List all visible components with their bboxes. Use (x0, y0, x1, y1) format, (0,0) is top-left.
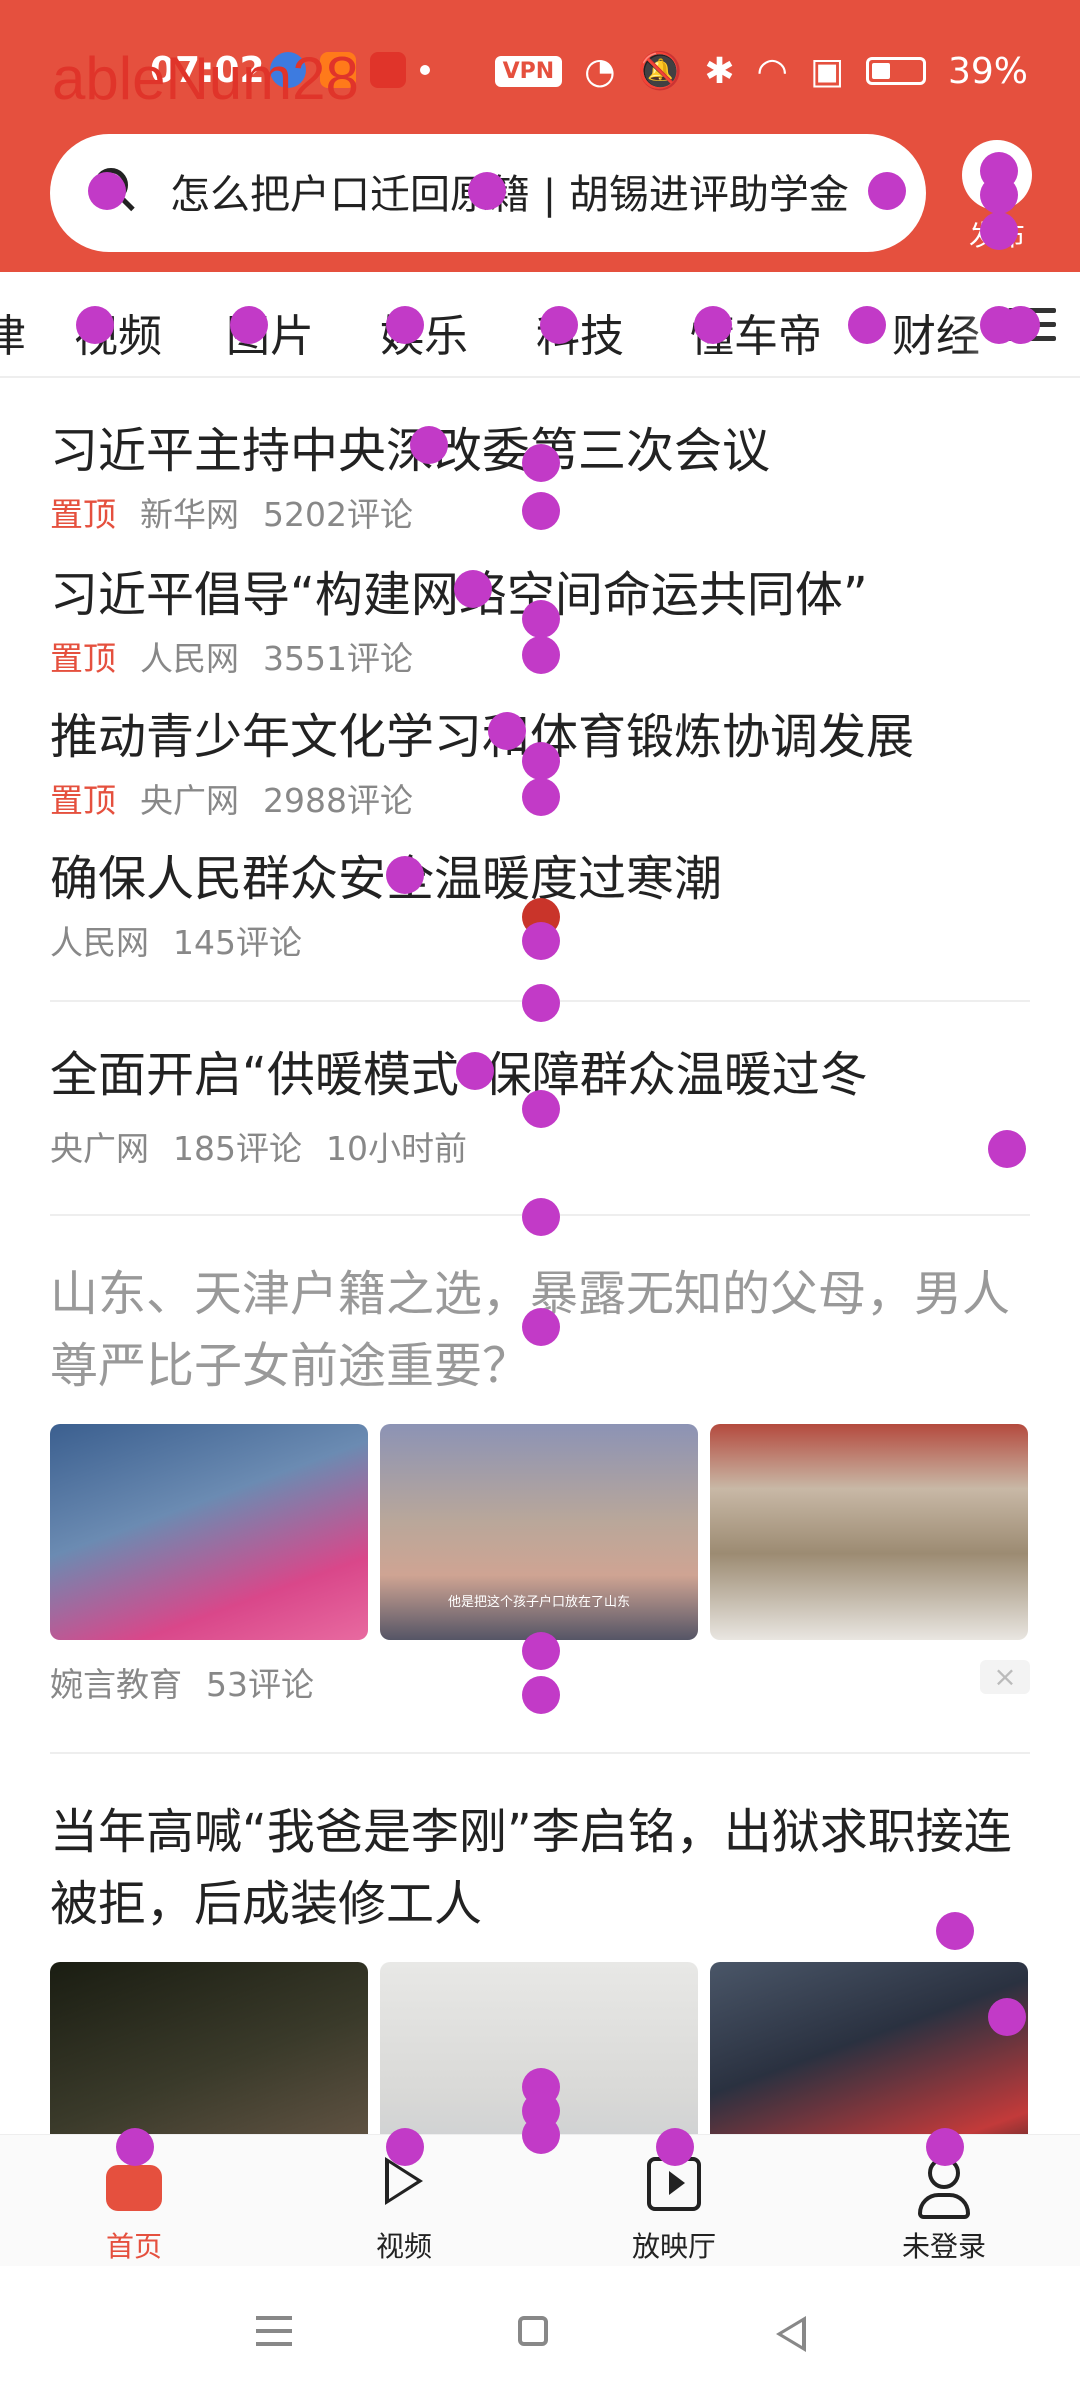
marker-dot (522, 1632, 560, 1670)
news-comments: 185评论 (173, 1129, 302, 1168)
marker-dot (522, 984, 560, 1022)
speed-icon: ◔ (584, 50, 616, 92)
news-source: 婉言教育 (50, 1665, 182, 1704)
news-comments: 145评论 (173, 923, 302, 962)
marker-dot (540, 306, 578, 344)
more-dot-icon (420, 65, 430, 75)
marker-dot (522, 600, 560, 638)
news-source: 央广网 (50, 1129, 149, 1168)
marker-dot (454, 570, 492, 608)
marker-dot (926, 2128, 964, 2166)
marker-dot (522, 2116, 560, 2154)
marker-dot (468, 172, 506, 210)
divider (50, 1752, 1030, 1754)
news-source: 人民网 (50, 923, 149, 962)
marker-dot (522, 492, 560, 530)
marker-dot (936, 1912, 974, 1950)
marker-dot (522, 444, 560, 482)
news-source: 央广网 (140, 781, 239, 820)
nav-profile-label: 未登录 (901, 2230, 986, 2263)
marker-dot (76, 306, 114, 344)
news-comments: 5202评论 (263, 495, 413, 534)
nav-profile[interactable]: 未登录 (874, 2157, 1014, 2265)
marker-dot (456, 1052, 494, 1090)
marker-dot (656, 2128, 694, 2166)
home-icon (106, 2165, 162, 2211)
news-image-row: 他是把这个孩子户口放在了山东 (50, 1424, 1030, 1640)
news-title: 当年高喊“我爸是李刚”李启铭，出狱求职接连被拒，后成装修工人 (50, 1804, 1012, 1932)
marker-dot (1002, 306, 1040, 344)
nav-theater[interactable]: 放映厅 (604, 2157, 744, 2265)
marker-dot (980, 212, 1018, 250)
news-comments: 2988评论 (263, 781, 413, 820)
battery-icon (865, 57, 926, 85)
news-image-face: 他是把这个孩子户口放在了山东 (380, 1424, 698, 1640)
marker-dot (868, 172, 906, 210)
status-right: VPN ◔ 🔕 ✱ ◠ ▣ 39% (494, 50, 1028, 92)
marker-dot (522, 1676, 560, 1714)
marker-dot (980, 176, 1018, 214)
nav-video[interactable]: 视频 (334, 2157, 474, 2265)
marker-dot (522, 742, 560, 780)
debug-label-1: ableNum28 (52, 45, 359, 112)
marker-dot (386, 306, 424, 344)
vpn-badge: VPN (494, 55, 563, 87)
nav-video-label: 视频 (375, 2230, 432, 2263)
nav-theater-label: 放映厅 (631, 2230, 716, 2263)
news-source: 人民网 (140, 639, 239, 678)
pinned-badge: 置顶 (50, 639, 116, 678)
marker-dot (522, 1198, 560, 1236)
marker-dot (522, 1308, 560, 1346)
marker-dot (386, 2128, 424, 2166)
top-header: 07:02 VPN ◔ 🔕 ✱ ◠ ▣ 39% ableNum28 allNum… (0, 0, 1080, 272)
image-caption: 他是把这个孩子户口放在了山东 (447, 1595, 630, 1610)
news-time: 10小时前 (326, 1129, 467, 1168)
news-source: 新华网 (140, 495, 239, 534)
nav-home[interactable]: 首页 (64, 2157, 204, 2265)
tab-partial[interactable]: 津 (0, 300, 26, 364)
marker-dot (694, 306, 732, 344)
marker-dot (988, 1998, 1026, 2036)
news-image-girl-crying (50, 1424, 368, 1640)
news-comments: 3551评论 (263, 639, 413, 678)
marker-dot (522, 636, 560, 674)
pinned-badge: 置顶 (50, 495, 116, 534)
marker-dot (522, 922, 560, 960)
home-square-icon[interactable] (518, 2316, 548, 2346)
marker-dot (88, 172, 126, 210)
marker-dot (230, 306, 268, 344)
news-image-classroom (710, 1424, 1028, 1640)
news-comments: 53评论 (206, 1665, 314, 1704)
battery-percent: 39% (947, 50, 1028, 92)
search-query: 怎么把户口迁回原籍 | 胡锡进评助学金 (170, 172, 849, 218)
mute-icon: 🔕 (637, 51, 683, 92)
dislike-close-icon[interactable]: × (980, 1660, 1030, 1694)
marker-dot (410, 426, 448, 464)
marker-dot (522, 778, 560, 816)
nav-home-label: 首页 (105, 2230, 162, 2263)
pinned-badge: 置顶 (50, 781, 116, 820)
marker-dot (522, 1090, 560, 1128)
recent-apps-icon[interactable] (256, 2316, 292, 2355)
marker-dot (988, 1130, 1026, 1168)
system-nav-bar (0, 2266, 1080, 2400)
news-meta: 央广网 185评论 10小时前 (50, 1122, 1030, 1170)
marker-dot (386, 856, 424, 894)
sim-icon: ▣ (809, 50, 844, 92)
marker-dot (848, 306, 886, 344)
back-triangle-icon[interactable] (776, 2316, 806, 2352)
marker-dot (488, 712, 526, 750)
bluetooth-icon: ✱ (704, 50, 735, 92)
app-notification-icon-2 (370, 52, 406, 88)
wifi-icon: ◠ (756, 50, 788, 92)
marker-dot (116, 2128, 154, 2166)
